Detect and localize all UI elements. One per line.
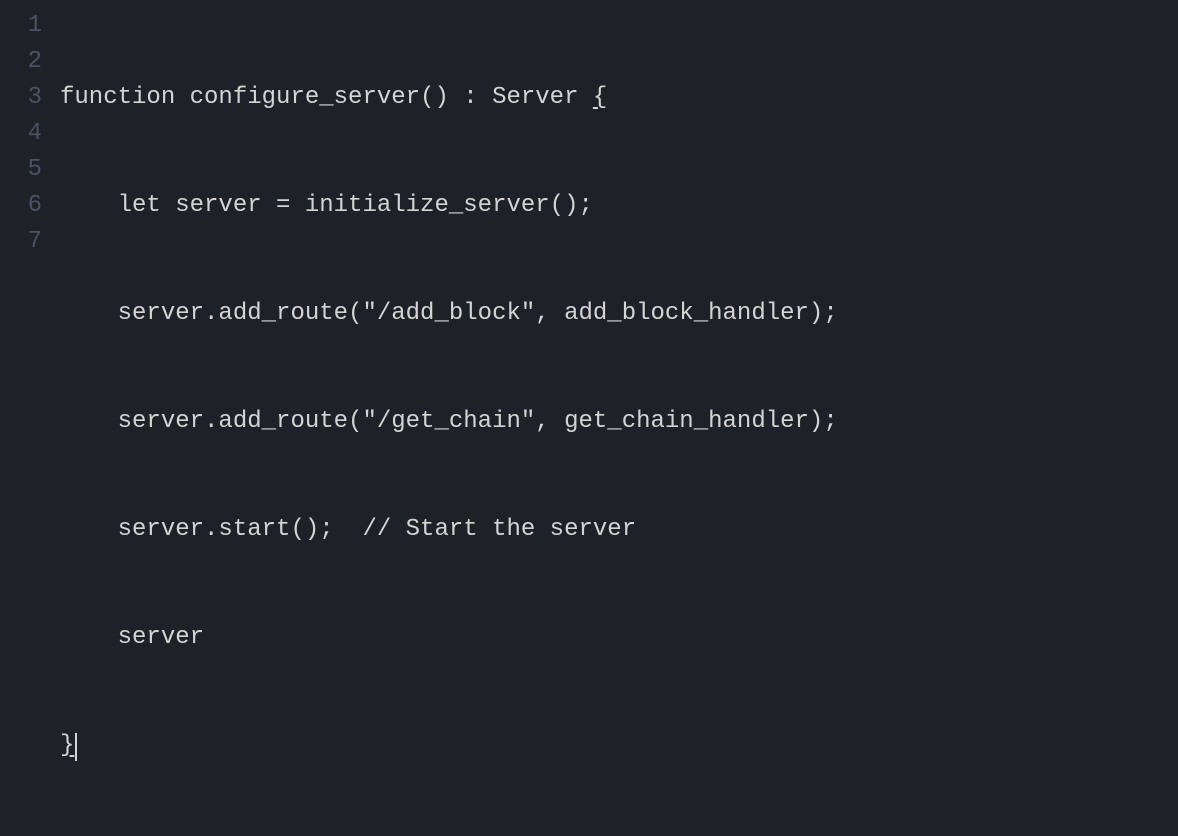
line-number: 7 — [0, 224, 42, 260]
brace-close: } — [60, 732, 74, 759]
text-cursor — [75, 733, 77, 761]
brace-open: { — [593, 84, 607, 111]
line-number: 3 — [0, 80, 42, 116]
code-text: server — [60, 624, 204, 651]
code-line[interactable]: server.add_route("/add_block", add_block… — [60, 296, 1178, 332]
code-content[interactable]: function configure_server() : Server { l… — [60, 8, 1178, 836]
code-text: function configure_server() : Server — [60, 84, 593, 111]
code-line[interactable]: server.start(); // Start the server — [60, 512, 1178, 548]
line-number: 2 — [0, 44, 42, 80]
code-text: server.start(); // Start the server — [60, 516, 636, 543]
line-number: 6 — [0, 188, 42, 224]
code-line[interactable]: server.add_route("/get_chain", get_chain… — [60, 404, 1178, 440]
line-number: 5 — [0, 152, 42, 188]
code-text: server.add_route("/add_block", add_block… — [60, 300, 838, 327]
line-number: 1 — [0, 8, 42, 44]
code-line[interactable]: function configure_server() : Server { — [60, 80, 1178, 116]
code-text: let server = initialize_server(); — [60, 192, 593, 219]
code-line[interactable]: let server = initialize_server(); — [60, 188, 1178, 224]
code-text: server.add_route("/get_chain", get_chain… — [60, 408, 838, 435]
code-line[interactable]: } — [60, 728, 1178, 764]
code-editor[interactable]: 1 2 3 4 5 6 7 function configure_server(… — [0, 8, 1178, 836]
line-number-gutter: 1 2 3 4 5 6 7 — [0, 8, 60, 836]
code-line[interactable]: server — [60, 620, 1178, 656]
line-number: 4 — [0, 116, 42, 152]
